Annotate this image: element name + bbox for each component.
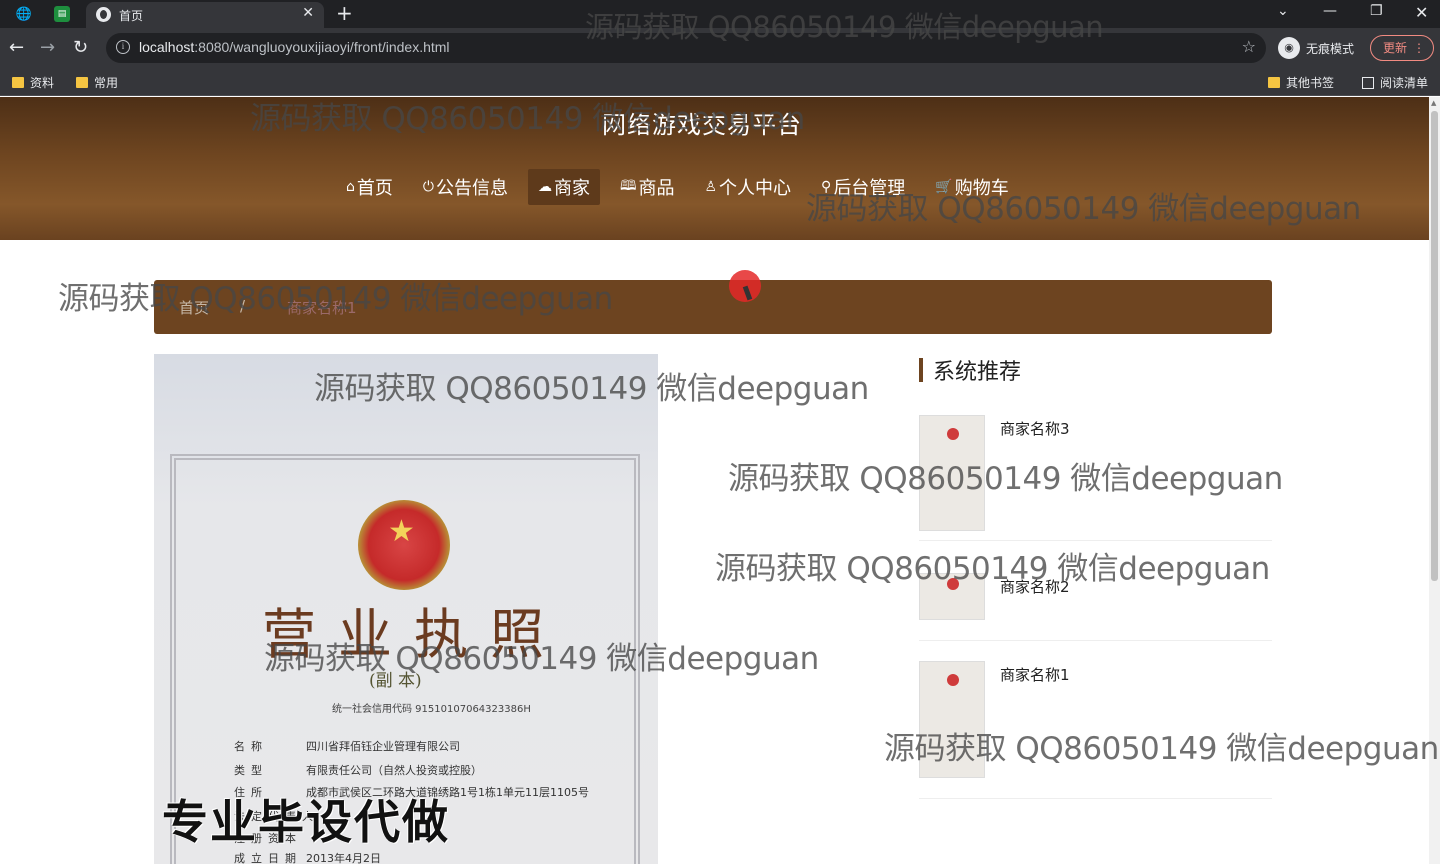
nav-item-profile[interactable]: ♙ 个人中心 (694, 169, 801, 205)
certificate-credit-code: 统一社会信用代码 91510107064323386H (332, 704, 531, 715)
recommend-item-thumbnail[interactable] (919, 573, 985, 620)
incognito-label: 无痕模式 (1306, 41, 1355, 56)
back-button[interactable]: ← (9, 37, 24, 59)
incognito-icon: ◉ (1278, 37, 1300, 59)
reading-list-icon (1362, 76, 1374, 89)
folder-icon (76, 77, 88, 88)
certificate-title: 营业执照 (262, 603, 566, 666)
other-bookmarks[interactable]: 其他书签 (1268, 74, 1334, 91)
recommend-item-name[interactable]: 商家名称1 (1000, 664, 1070, 685)
nav-item-goods[interactable]: 🕮 商品 (610, 169, 685, 205)
new-tab-button[interactable]: + (336, 1, 353, 25)
site-header: 网络游戏交易平台 ⌂ 首页 ⏻ 公告信息 ☁ 商家 🕮 商品 ♙ 个人中心 ⚲ 后台管理 🛒… (0, 97, 1429, 240)
menu-dots-icon: ⋮ (1413, 41, 1425, 55)
overlay-caption: 专业毕设代做 (162, 795, 450, 849)
tab-search-icon[interactable]: ⌄ (1277, 3, 1289, 19)
national-emblem-icon (358, 500, 450, 590)
nav-item-admin[interactable]: ⚲ 后台管理 (811, 169, 915, 205)
recommend-item-thumbnail[interactable] (919, 415, 985, 531)
site-info-icon[interactable]: i (116, 40, 130, 54)
cart-icon: 🛒 (935, 179, 953, 195)
recommend-item[interactable]: 商家名称3 (919, 415, 1272, 541)
recommend-item-name[interactable]: 商家名称3 (1000, 418, 1070, 439)
main-nav: ⌂ 首页 ⏻ 公告信息 ☁ 商家 🕮 商品 ♙ 个人中心 ⚲ 后台管理 🛒 购物车 (336, 169, 1019, 207)
restore-button[interactable]: ❐ (1370, 3, 1383, 19)
breadcrumb: 首页 / 商家名称1 (154, 280, 1272, 334)
forward-button[interactable]: → (40, 37, 55, 59)
window-close-button[interactable]: ✕ (1415, 3, 1428, 22)
tab-close-icon[interactable]: ✕ (302, 5, 314, 21)
cloud-icon: ☁ (537, 179, 552, 195)
power-icon: ⏻ (422, 179, 434, 195)
recommend-item-name[interactable]: 商家名称2 (1000, 576, 1070, 597)
browser-tab[interactable]: 首页 ✕ (86, 2, 324, 28)
minimize-button[interactable]: — (1323, 3, 1337, 19)
incognito-indicator[interactable]: ◉ 无痕模式 (1278, 36, 1354, 60)
url-text[interactable]: localhost:8080/wangluoyouxijiaoyi/front/… (139, 39, 450, 55)
certificate-row: 类型 有限责任公司（自然人投资或控股） (234, 764, 482, 777)
user-icon: ♙ (704, 179, 718, 195)
breadcrumb-home-link[interactable]: 首页 (179, 297, 209, 318)
page-scrollbar[interactable]: ▲ (1429, 97, 1440, 864)
scroll-up-icon[interactable]: ▲ (1431, 99, 1436, 107)
link-icon: ⚲ (821, 179, 832, 195)
bookmark-star-icon[interactable]: ☆ (1242, 37, 1256, 56)
book-icon: 🕮 (619, 178, 637, 194)
update-label: 更新 (1383, 41, 1408, 55)
address-bar[interactable]: i localhost:8080/wangluoyouxijiaoyi/fron… (106, 33, 1266, 63)
tab-favicon-icon (96, 7, 111, 22)
recommend-heading: 系统推荐 (919, 356, 1021, 385)
globe-icon[interactable]: 🌐 (14, 4, 34, 24)
home-icon: ⌂ (346, 179, 355, 195)
bookmark-folder-ziliao[interactable]: 资料 (12, 74, 54, 91)
bookmarks-bar: 资料 常用 其他书签 阅读清单 (0, 68, 1440, 96)
site-title: 网络游戏交易平台 (602, 111, 802, 139)
nav-item-home[interactable]: ⌂ 首页 (336, 169, 403, 205)
seal-icon (947, 578, 959, 590)
recommend-item[interactable]: 商家名称2 (919, 573, 1272, 641)
nav-item-notice[interactable]: ⏻ 公告信息 (413, 169, 518, 205)
certificate-row: 名称 四川省拜佰钰企业管理有限公司 (234, 740, 460, 753)
seal-icon (947, 428, 959, 440)
seal-icon (947, 674, 959, 686)
breadcrumb-current: 商家名称1 (287, 299, 357, 317)
bookmark-folder-changyong[interactable]: 常用 (76, 74, 118, 91)
nav-item-merchant[interactable]: ☁ 商家 (527, 169, 600, 205)
update-button[interactable]: 更新 ⋮ (1370, 35, 1434, 61)
folder-icon (1268, 77, 1280, 88)
reload-button[interactable]: ↻ (73, 37, 88, 59)
sheets-app-icon[interactable]: ▤ (54, 6, 70, 22)
reading-list[interactable]: 阅读清单 (1362, 74, 1428, 91)
folder-icon (12, 77, 24, 88)
certificate-subtitle: (副 本) (369, 671, 422, 691)
browser-tab-strip: 🌐 ▤ 首页 ✕ + ⌄ — ❐ ✕ (0, 0, 1440, 28)
tab-title: 首页 (119, 9, 144, 23)
heading-accent-bar (919, 358, 923, 382)
mouse-cursor-highlight (729, 270, 761, 302)
recommend-item-thumbnail[interactable] (919, 661, 985, 778)
browser-toolbar: ← → ↻ i localhost:8080/wangluoyouxijiaoy… (0, 28, 1440, 68)
breadcrumb-separator: / (240, 297, 246, 315)
recommend-item[interactable]: 商家名称1 (919, 661, 1272, 799)
certificate-row: 成立日期 2013年4月2日 (234, 852, 381, 864)
merchant-license-image: 营业执照 (副 本) 统一社会信用代码 91510107064323386H 名… (154, 354, 658, 864)
nav-item-cart[interactable]: 🛒 购物车 (925, 169, 1018, 205)
scrollbar-thumb[interactable] (1431, 111, 1438, 581)
